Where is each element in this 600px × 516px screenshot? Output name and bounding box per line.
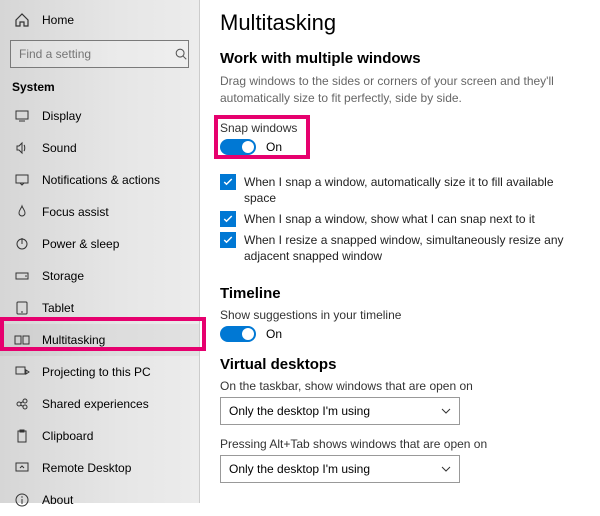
nav-label: Shared experiences bbox=[42, 397, 149, 411]
nav-label: Clipboard bbox=[42, 429, 93, 443]
search-icon bbox=[174, 47, 188, 61]
sidebar-item-shared-experiences[interactable]: Shared experiences bbox=[0, 388, 199, 420]
nav-label: Power & sleep bbox=[42, 237, 119, 251]
snap-opt-autosize[interactable]: When I snap a window, automatically size… bbox=[220, 174, 580, 206]
tablet-icon bbox=[14, 300, 30, 316]
multitasking-icon bbox=[14, 332, 30, 348]
sidebar-item-about[interactable]: About bbox=[0, 484, 199, 516]
chevron-down-icon bbox=[441, 406, 451, 416]
checkbox-checked-icon bbox=[220, 174, 236, 190]
checkbox-checked-icon bbox=[220, 232, 236, 248]
main-content: Multitasking Work with multiple windows … bbox=[200, 0, 600, 503]
vd-taskbar-label: On the taskbar, show windows that are op… bbox=[220, 379, 590, 393]
section-windows-title: Work with multiple windows bbox=[220, 50, 590, 67]
sidebar-item-projecting[interactable]: Projecting to this PC bbox=[0, 356, 199, 388]
section-windows-desc: Drag windows to the sides or corners of … bbox=[220, 73, 580, 107]
nav-label: Projecting to this PC bbox=[42, 365, 151, 379]
sidebar-item-notifications[interactable]: Notifications & actions bbox=[0, 164, 199, 196]
sidebar-item-storage[interactable]: Storage bbox=[0, 260, 199, 292]
storage-icon bbox=[14, 268, 30, 284]
settings-sidebar: Home System Display Sound Notifications … bbox=[0, 0, 200, 503]
sidebar-item-multitasking[interactable]: Multitasking bbox=[0, 324, 199, 356]
nav-label: Display bbox=[42, 109, 81, 123]
chevron-down-icon bbox=[441, 464, 451, 474]
nav-label: Multitasking bbox=[42, 333, 105, 347]
sidebar-home[interactable]: Home bbox=[0, 6, 199, 34]
home-icon bbox=[14, 12, 30, 28]
sidebar-home-label: Home bbox=[42, 13, 74, 27]
page-title: Multitasking bbox=[220, 10, 590, 36]
nav-label: Remote Desktop bbox=[42, 461, 131, 475]
nav-label: Sound bbox=[42, 141, 77, 155]
checkbox-label: When I snap a window, show what I can sn… bbox=[244, 211, 535, 227]
search-input[interactable] bbox=[10, 40, 189, 68]
timeline-state: On bbox=[266, 327, 282, 341]
snap-windows-state: On bbox=[266, 140, 282, 154]
sidebar-item-power-sleep[interactable]: Power & sleep bbox=[0, 228, 199, 260]
snap-opt-show-next[interactable]: When I snap a window, show what I can sn… bbox=[220, 211, 580, 227]
timeline-toggle[interactable] bbox=[220, 326, 256, 342]
search-field[interactable] bbox=[19, 47, 174, 61]
sidebar-item-focus-assist[interactable]: Focus assist bbox=[0, 196, 199, 228]
nav-label: Focus assist bbox=[42, 205, 109, 219]
about-icon bbox=[14, 492, 30, 508]
section-timeline-title: Timeline bbox=[220, 285, 590, 302]
sidebar-item-sound[interactable]: Sound bbox=[0, 132, 199, 164]
nav-label: Storage bbox=[42, 269, 84, 283]
snap-windows-toggle[interactable] bbox=[220, 139, 256, 155]
projecting-icon bbox=[14, 364, 30, 380]
vd-alttab-dropdown[interactable]: Only the desktop I'm using bbox=[220, 455, 460, 483]
sidebar-item-clipboard[interactable]: Clipboard bbox=[0, 420, 199, 452]
shared-experiences-icon bbox=[14, 396, 30, 412]
snap-opt-resize-adjacent[interactable]: When I resize a snapped window, simultan… bbox=[220, 232, 580, 264]
dropdown-value: Only the desktop I'm using bbox=[229, 462, 370, 476]
snap-windows-setting: Snap windows On bbox=[220, 119, 305, 169]
vd-alttab-label: Pressing Alt+Tab shows windows that are … bbox=[220, 437, 590, 451]
sidebar-section-label: System bbox=[0, 76, 199, 100]
sidebar-item-remote-desktop[interactable]: Remote Desktop bbox=[0, 452, 199, 484]
section-virtual-desktops-title: Virtual desktops bbox=[220, 356, 590, 373]
notifications-icon bbox=[14, 172, 30, 188]
timeline-label: Show suggestions in your timeline bbox=[220, 308, 590, 322]
power-icon bbox=[14, 236, 30, 252]
sidebar-item-tablet[interactable]: Tablet bbox=[0, 292, 199, 324]
checkbox-checked-icon bbox=[220, 211, 236, 227]
vd-taskbar-dropdown[interactable]: Only the desktop I'm using bbox=[220, 397, 460, 425]
clipboard-icon bbox=[14, 428, 30, 444]
sound-icon bbox=[14, 140, 30, 156]
snap-windows-label: Snap windows bbox=[220, 121, 297, 135]
checkbox-label: When I snap a window, automatically size… bbox=[244, 174, 580, 206]
nav-label: Notifications & actions bbox=[42, 173, 160, 187]
checkbox-label: When I resize a snapped window, simultan… bbox=[244, 232, 580, 264]
focus-assist-icon bbox=[14, 204, 30, 220]
sidebar-item-display[interactable]: Display bbox=[0, 100, 199, 132]
remote-desktop-icon bbox=[14, 460, 30, 476]
dropdown-value: Only the desktop I'm using bbox=[229, 404, 370, 418]
nav-label: About bbox=[42, 493, 73, 507]
nav-label: Tablet bbox=[42, 301, 74, 315]
display-icon bbox=[14, 108, 30, 124]
